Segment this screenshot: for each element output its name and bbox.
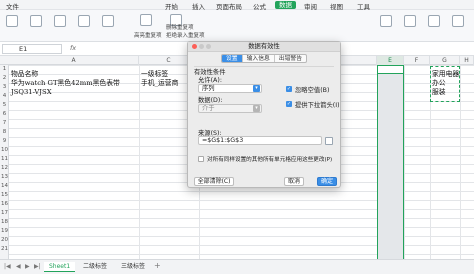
reject-duplicates-label[interactable]: 拒绝录入重复项 [166,31,205,39]
grid-line [460,65,461,259]
chevron-down-icon: ▾ [253,85,260,92]
highlight-duplicates-icon[interactable] [140,14,152,26]
filter-icon[interactable] [30,15,42,27]
row-header-bar: 1 2 3 4 5 6 7 8 9 10 11 12 13 14 15 16 1… [0,65,9,259]
range-picker-icon[interactable] [325,137,333,145]
row-header[interactable]: 12 [0,164,9,173]
sort-desc-icon[interactable] [78,15,90,27]
row-header[interactable]: 8 [0,128,9,137]
row-header[interactable]: 10 [0,146,9,155]
first-sheet-icon[interactable]: |◀ [4,263,11,270]
pivot-table-icon[interactable] [6,15,18,27]
allow-label: 允许(A): [198,77,222,84]
source-range-marquee [430,66,460,102]
active-cell-e1[interactable] [377,65,404,74]
selected-column-e[interactable] [377,65,404,259]
data-select-value: 介于 [202,105,215,112]
dropdown-arrow-label: 提供下拉箭头(I) [295,102,340,109]
sheet-tab-bar: |◀ ◀ ▶ ▶| Sheet1 二级标签 三级标签 + [0,259,474,274]
dropdown-arrow-checkbox[interactable]: ✓ [286,101,292,107]
tab-input-message[interactable]: 输入信息 [243,55,275,62]
row-header[interactable]: 6 [0,110,9,119]
row-header[interactable]: 21 [0,245,9,254]
ribbon-toolbar: 高亮重复项 拒绝录入重复项 删除重复项 [0,10,474,42]
col-header-f[interactable]: F [404,56,430,65]
sheet-tab-level2[interactable]: 二级标签 [78,262,112,272]
row-header[interactable]: 17 [0,209,9,218]
dialog-tabs: 设置 输入信息 出错警告 [221,54,308,63]
row-header[interactable]: 14 [0,182,9,191]
data-label: 数据(D): [198,97,223,104]
chevron-down-icon: ▾ [253,105,260,112]
row-header[interactable]: 16 [0,200,9,209]
prev-sheet-icon[interactable]: ◀ [16,263,21,270]
menu-data[interactable]: 数据 [275,1,296,9]
col-header-e[interactable]: E [377,56,404,65]
cell-a2[interactable]: 华为watch GT黑色42mm黑色表带 [11,79,120,88]
col-header-a[interactable]: A [9,56,139,65]
row-header[interactable]: 18 [0,218,9,227]
last-sheet-icon[interactable]: ▶| [34,263,41,270]
row-header[interactable]: 20 [0,236,9,245]
minimize-icon[interactable] [199,44,204,49]
cell-c2[interactable]: 手机_运营商 [141,79,178,88]
apply-all-label: 对所有同样设置的其他所有单元格应用这些更改(P) [207,157,333,163]
col-header-g[interactable]: G [430,56,460,65]
group-icon[interactable] [380,15,392,27]
row-header[interactable]: 5 [0,101,9,110]
apply-all-checkbox[interactable] [198,156,204,162]
ignore-blank-label: 忽略空值(B) [295,87,330,94]
advanced-filter-icon[interactable] [102,15,114,27]
row-header[interactable]: 11 [0,155,9,164]
cancel-button[interactable]: 取消 [284,177,304,186]
cell-a3[interactable]: JSQ31-VJSX [11,88,52,97]
row-header[interactable]: 3 [0,83,9,92]
row-header[interactable]: 13 [0,173,9,182]
dialog-title: 数据有效性 [248,43,280,50]
grid-line [139,65,140,259]
row-header[interactable]: 15 [0,191,9,200]
maximize-icon[interactable] [206,44,211,49]
allow-select-value: 序列 [202,85,215,92]
subtotal-icon[interactable] [428,15,440,27]
sheet-tab-level3[interactable]: 三级标签 [116,262,150,272]
data-select[interactable]: 介于 ▾ [198,104,262,113]
name-box[interactable]: E1 [2,44,62,54]
grid-line [404,65,405,259]
remove-duplicates-label[interactable]: 删除重复项 [166,23,194,31]
row-header[interactable]: 9 [0,137,9,146]
tab-settings[interactable]: 设置 [222,55,243,62]
row-header[interactable]: 1 [0,65,9,74]
add-sheet-icon[interactable]: + [154,261,161,270]
data-validation-dialog: 数据有效性 设置 输入信息 出错警告 有效性条件 允许(A): 序列 ▾ ✓ 忽… [187,41,341,188]
cell-c1[interactable]: 一级标签 [141,70,168,79]
sort-icon[interactable] [54,15,66,27]
col-header-h[interactable]: H [460,56,474,65]
row-header[interactable]: 4 [0,92,9,101]
dialog-title-bar: 数据有效性 [188,42,340,52]
tab-error-alert[interactable]: 出错警告 [275,55,306,62]
more-icon[interactable] [452,15,464,27]
next-sheet-icon[interactable]: ▶ [25,263,30,270]
ok-button[interactable]: 确定 [317,177,337,186]
cell-a1[interactable]: 物品名称 [11,70,38,79]
allow-select[interactable]: 序列 ▾ [198,84,262,93]
source-input[interactable]: =$G$1:$G$3 [198,136,322,145]
ignore-blank-checkbox[interactable]: ✓ [286,86,292,92]
row-header[interactable]: 7 [0,119,9,128]
sheet-tab-sheet1[interactable]: Sheet1 [44,262,76,272]
highlight-duplicates-label[interactable]: 高亮重复项 [134,31,162,39]
clear-all-button[interactable]: 全部清除(C) [194,177,234,186]
row-header[interactable]: 19 [0,227,9,236]
fx-icon[interactable]: fx [70,44,76,52]
ungroup-icon[interactable] [404,15,416,27]
close-icon[interactable] [192,44,197,49]
row-header[interactable]: 2 [0,74,9,83]
menu-bar: 文件 开始 插入 页面布局 公式 数据 审阅 视图 工具 [0,0,474,11]
